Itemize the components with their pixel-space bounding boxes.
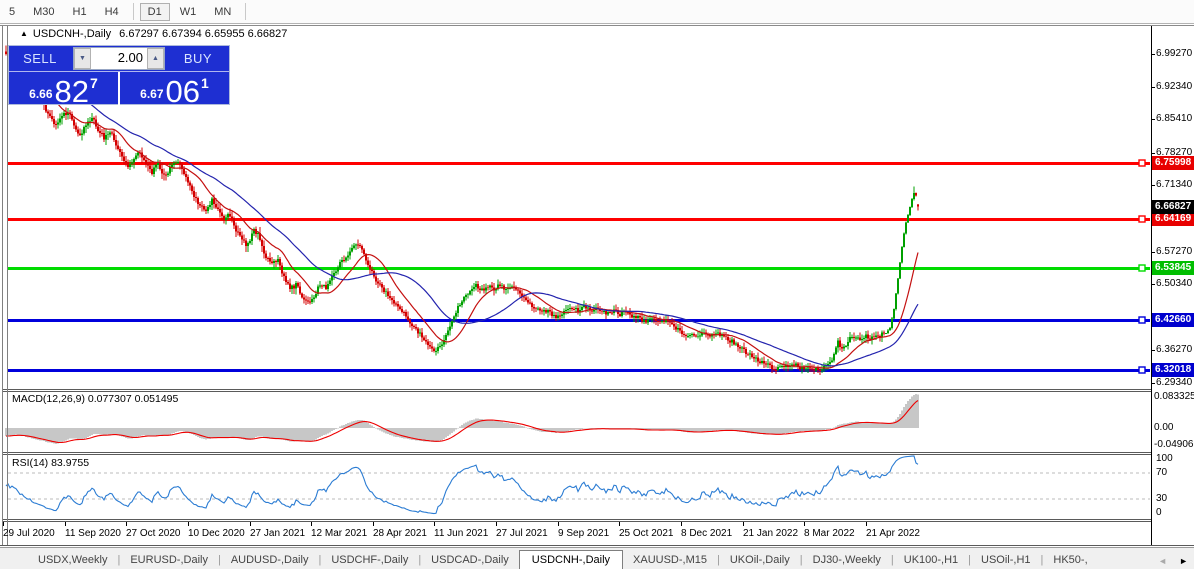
horizontal-level-lines[interactable] [8, 162, 1150, 372]
date-tick-label: 9 Sep 2021 [558, 528, 610, 539]
date-tick-label: 25 Oct 2021 [619, 528, 674, 539]
tab-ukoil-daily[interactable]: UKOil-,Daily [720, 551, 800, 569]
date-tick-label: 28 Apr 2021 [373, 528, 427, 539]
rsi-axis-label: 0 [1156, 507, 1162, 518]
date-tick-label: 10 Dec 2020 [188, 528, 245, 539]
chart-title: ▲ USDCNH-,Daily 6.67297 6.67394 6.65955 6.… [20, 28, 287, 40]
rsi-axis-label: 70 [1156, 467, 1168, 479]
volume-increase-button[interactable]: ▲ [147, 48, 164, 69]
date-tick-label: 11 Jun 2021 [434, 528, 489, 539]
date-tick-label: 27 Jan 2021 [250, 528, 306, 539]
date-tick-label: 12 Mar 2021 [311, 528, 368, 539]
level-drag-handle [1138, 316, 1146, 324]
price-tick-label: 6.71340 [1156, 179, 1193, 191]
tab-uk100-h1[interactable]: UK100-,H1 [894, 551, 968, 569]
rsi-axis-label: 100 [1156, 453, 1173, 464]
bid-price-prefix: 6.66 [29, 87, 53, 101]
tab-audusd-daily[interactable]: AUDUSD-,Daily [221, 551, 319, 569]
tab-scroll-right-button[interactable]: ► [1173, 553, 1194, 569]
tab-usoil-h1[interactable]: USOil-,H1 [971, 551, 1041, 569]
date-tick-label: 11 Sep 2020 [65, 528, 121, 539]
tab-usdx-weekly[interactable]: USDX,Weekly [28, 551, 117, 569]
macd-axis-label: -0.049068 [1154, 439, 1194, 450]
bid-price-big-digits: 82 [54, 74, 90, 105]
rsi-indicator-label: RSI(14) 83.9755 [12, 457, 90, 469]
tab-usdchf-daily[interactable]: USDCHF-,Daily [321, 551, 418, 569]
date-tick-label: 8 Mar 2022 [804, 528, 855, 539]
ask-price-prefix: 6.67 [140, 87, 164, 101]
tab-scroll-left-button[interactable]: ◄ [1152, 553, 1173, 569]
chevron-up-icon: ▲ [152, 55, 159, 62]
price-tick-label: 6.85410 [1156, 113, 1193, 125]
price-tick-label: 6.57270 [1156, 245, 1193, 257]
macd-indicator-label: MACD(12,26,9) 0.077307 0.051495 [12, 393, 179, 405]
date-tick-label: 21 Jan 2022 [743, 528, 799, 539]
tab-xauusd-m15[interactable]: XAUUSD-,M15 [623, 551, 717, 569]
date-tick-label: 29 Jul 2020 [3, 528, 55, 539]
level-price-badge: 6.32018 [1152, 363, 1194, 378]
ask-price-big-digits: 06 [165, 74, 201, 105]
price-tick-label: 6.99270 [1156, 48, 1193, 59]
macd-signal-line [5, 400, 919, 444]
price-tick-label: 6.92340 [1156, 80, 1193, 92]
rsi-line [5, 455, 919, 515]
tab-hk50[interactable]: HK50-, [1043, 551, 1097, 569]
tab-eurusd-daily[interactable]: EURUSD-,Daily [120, 551, 218, 569]
level-drag-handle [1138, 366, 1146, 374]
volume-input[interactable]: 2.00 [91, 48, 147, 69]
chart-symbol-label: USDCNH-,Daily [32, 28, 112, 40]
rsi-axis-label: 30 [1156, 492, 1168, 504]
sell-button[interactable]: SELL [9, 46, 71, 71]
bid-price-pip-digit: 7 [90, 75, 98, 91]
chart-tab-bar: USDX,Weekly | EURUSD-,Daily | AUDUSD-,Daily |… [0, 547, 1194, 569]
price-tick-label: 6.36270 [1156, 344, 1193, 356]
level-price-badge: 6.42660 [1152, 313, 1194, 328]
date-tick-label: 21 Apr 2022 [866, 528, 920, 539]
price-tick-label: 6.50340 [1156, 278, 1193, 290]
buy-button[interactable]: BUY [167, 46, 229, 71]
level-price-badge: 6.75998 [1152, 156, 1194, 171]
level-drag-handle [1138, 264, 1146, 272]
bid-price[interactable]: 6.66 82 7 [9, 72, 120, 105]
symbol-triangle-icon: ▲ [20, 29, 28, 38]
tab-usdcnh-daily[interactable]: USDCNH-,Daily [518, 550, 624, 569]
tab-usdcad-daily[interactable]: USDCAD-,Daily [421, 551, 519, 569]
date-tick-label: 27 Oct 2020 [126, 528, 181, 539]
volume-stepper: ▼ 2.00 ▲ [73, 47, 165, 70]
date-tick-label: 27 Jul 2021 [496, 528, 548, 539]
macd-axis-label: 0.00 [1154, 422, 1174, 433]
level-drag-handle [1138, 159, 1146, 167]
level-price-badge: 6.53845 [1152, 260, 1194, 275]
current-price-badge: 6.66827 [1152, 199, 1194, 214]
price-tick-label: 6.29340 [1156, 376, 1193, 388]
ask-price-pip-digit: 1 [201, 75, 209, 91]
one-click-trading-panel: SELL ▼ 2.00 ▲ BUY 6.66 82 7 6.67 06 1 [8, 45, 230, 105]
macd-axis-label: 0.083325 [1154, 391, 1194, 402]
level-price-badge: 6.64169 [1152, 212, 1194, 227]
chevron-down-icon: ▼ [79, 55, 86, 62]
volume-decrease-button[interactable]: ▼ [74, 48, 91, 69]
ask-price[interactable]: 6.67 06 1 [120, 72, 229, 105]
trading-platform-window: 5 M30 H1 H4 D1 W1 MN ▲ USDCNH-,Daily 6.67297 6.6… [0, 0, 1194, 569]
tab-dj30-weekly[interactable]: DJ30-,Weekly [803, 551, 891, 569]
level-drag-handle [1138, 215, 1146, 223]
date-tick-label: 8 Dec 2021 [681, 528, 733, 539]
chart-ohlc-values: 6.67297 6.67394 6.65955 6.66827 [119, 28, 288, 40]
